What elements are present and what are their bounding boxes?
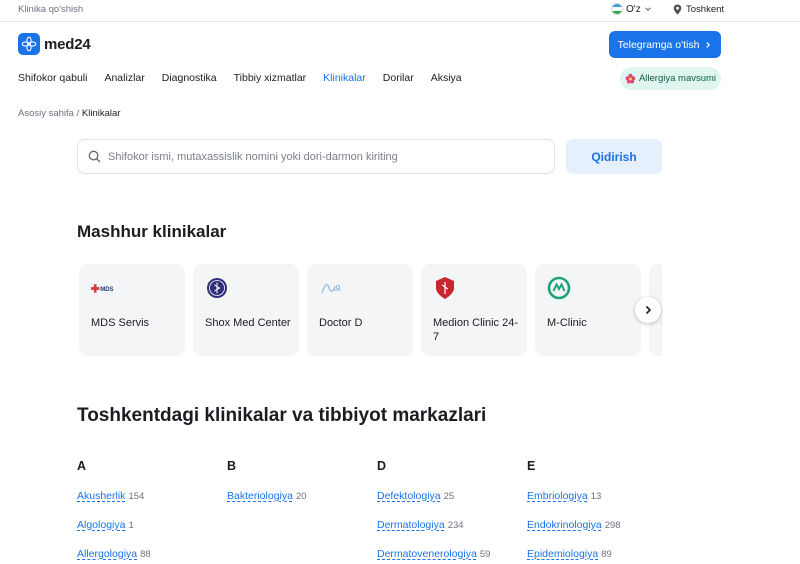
flower-logo-icon bbox=[18, 33, 40, 55]
search-input[interactable] bbox=[108, 150, 528, 163]
specialty-item: Dermatologiya 234 bbox=[377, 519, 522, 531]
telegram-button-label: Telegramga o'tish bbox=[617, 38, 700, 51]
specialty-link[interactable]: Epidemiologiya bbox=[527, 548, 598, 560]
topbar: Klinika qo'shish O'z Toshkent bbox=[0, 0, 800, 22]
specialty-count: 154 bbox=[128, 491, 145, 502]
flower-icon bbox=[625, 73, 636, 84]
specialty-item: Algologiya 1 bbox=[77, 519, 222, 531]
breadcrumb-home[interactable]: Asosiy sahifa bbox=[18, 108, 74, 119]
chevron-down-icon bbox=[644, 7, 651, 11]
nav-item-doctor-appointment[interactable]: Shifokor qabuli bbox=[18, 72, 87, 84]
specialty-item: Defektologiya 25 bbox=[377, 490, 522, 502]
specialty-count: 13 bbox=[590, 491, 602, 502]
specialty-item: Dermatovenerologiya 59 bbox=[377, 548, 522, 560]
breadcrumb: Asosiy sahifa / Klinikalar bbox=[18, 108, 120, 119]
chevron-right-icon bbox=[645, 305, 652, 315]
logo-text: med24 bbox=[44, 35, 91, 53]
specialty-count: 234 bbox=[447, 520, 464, 531]
column-letter: B bbox=[227, 459, 237, 473]
column-letter: A bbox=[77, 459, 87, 473]
partial-clinic-logo bbox=[661, 276, 662, 300]
specialty-item: Embriologiya 13 bbox=[527, 490, 672, 502]
nav-item-analyses[interactable]: Analizlar bbox=[104, 72, 144, 84]
carousel-next-button[interactable] bbox=[635, 297, 661, 323]
nav-item-diagnostics[interactable]: Diagnostika bbox=[162, 72, 217, 84]
clinic-name: M-Clinic bbox=[547, 317, 587, 329]
m-clinic-logo bbox=[547, 276, 571, 300]
breadcrumb-current: Klinikalar bbox=[81, 108, 121, 119]
chevron-right-icon bbox=[706, 41, 711, 48]
clinic-name: Medion Clinic 24-7 bbox=[433, 317, 518, 343]
specialty-count: 88 bbox=[140, 549, 151, 560]
specialty-column-b: B Bakteriologiya 20 bbox=[227, 459, 372, 519]
allergy-badge-label: Allergiya mavsumi bbox=[638, 73, 717, 84]
allergy-season-badge[interactable]: Allergiya mavsumi bbox=[620, 67, 721, 90]
shox-med-logo bbox=[205, 276, 229, 300]
clinic-name: Doctor D bbox=[319, 317, 363, 329]
clinic-name: D bbox=[661, 316, 662, 330]
specialty-link[interactable]: Endokrinologiya bbox=[527, 519, 602, 531]
specialty-item: Endokrinologiya 298 bbox=[527, 519, 672, 531]
clinic-card-m-clinic[interactable]: M-Clinic bbox=[535, 264, 641, 356]
main-nav: Shifokor qabuli Analizlar Diagnostika Ti… bbox=[18, 72, 479, 84]
specialty-link[interactable]: Embriologiya bbox=[527, 490, 588, 502]
specialty-item: Allergologiya 88 bbox=[77, 548, 222, 560]
language-selector[interactable]: O'z bbox=[611, 3, 652, 15]
specialty-count: 59 bbox=[479, 549, 491, 560]
specialty-count: 25 bbox=[443, 491, 455, 502]
specialty-link[interactable]: Dermatovenerologiya bbox=[377, 548, 477, 560]
specialty-count: 298 bbox=[604, 520, 621, 531]
specialty-link[interactable]: Algologiya bbox=[77, 519, 125, 531]
logo[interactable]: med24 bbox=[18, 33, 91, 55]
specialty-item: Bakteriologiya 20 bbox=[227, 490, 372, 502]
specialty-link[interactable]: Bakteriologiya bbox=[227, 490, 293, 502]
nav-item-medicines[interactable]: Dorilar bbox=[383, 72, 414, 84]
clinic-card-mds-servis[interactable]: MDS MDS Servis bbox=[79, 264, 185, 356]
specialty-column-e: E Embriologiya 13 Endokrinologiya 298 Epid… bbox=[527, 459, 672, 564]
specialty-count: 89 bbox=[601, 549, 612, 560]
column-letter: D bbox=[377, 459, 387, 473]
city-label: Toshkent bbox=[686, 4, 725, 15]
mds-servis-logo: MDS bbox=[91, 276, 115, 300]
specialty-column-a: A Akusherlik 154 Algologiya 1 Allergologiy… bbox=[77, 459, 222, 564]
search-icon bbox=[88, 150, 101, 163]
language-label: O'z bbox=[626, 3, 641, 15]
doctor-d-logo bbox=[319, 276, 343, 300]
nav-item-promotions[interactable]: Aksiya bbox=[431, 72, 462, 84]
specialty-column-d: D Defektologiya 25 Dermatologiya 234 Derma… bbox=[377, 459, 522, 564]
clinic-card-doctor-d[interactable]: Doctor D bbox=[307, 264, 413, 356]
specialty-item: Akusherlik 154 bbox=[77, 490, 222, 502]
nav-item-clinics[interactable]: Klinikalar bbox=[323, 72, 366, 84]
telegram-button[interactable]: Telegramga o'tish bbox=[609, 31, 721, 58]
popular-clinics-carousel: MDS MDS Servis Shox Med Center Doctor D … bbox=[77, 264, 662, 358]
specialty-link[interactable]: Defektologiya bbox=[377, 490, 441, 502]
specialty-count: 20 bbox=[295, 491, 307, 502]
search-box bbox=[77, 139, 555, 174]
uzbekistan-flag-icon bbox=[611, 3, 623, 15]
breadcrumb-separator: / bbox=[76, 108, 80, 119]
clinic-name: Shox Med Center bbox=[205, 317, 291, 329]
nav-item-medical-services[interactable]: Tibbiy xizmatlar bbox=[234, 72, 307, 84]
clinic-name: MDS Servis bbox=[91, 317, 150, 329]
specialty-link[interactable]: Dermatologiya bbox=[377, 519, 445, 531]
city-selector[interactable]: Toshkent bbox=[673, 4, 724, 15]
clinic-card-shox-med[interactable]: Shox Med Center bbox=[193, 264, 299, 356]
search-button[interactable]: Qidirish bbox=[566, 139, 662, 174]
specialty-count: 1 bbox=[128, 520, 134, 531]
specialty-item: Epidemiologiya 89 bbox=[527, 548, 672, 560]
add-clinic-link[interactable]: Klinika qo'shish bbox=[18, 4, 83, 15]
location-pin-icon bbox=[673, 4, 682, 15]
column-letter: E bbox=[527, 459, 536, 473]
specialty-link[interactable]: Allergologiya bbox=[77, 548, 137, 560]
city-clinics-title: Toshkentdagi klinikalar va tibbiyot mark… bbox=[77, 405, 487, 426]
mds-logo-text: MDS bbox=[100, 287, 113, 293]
clinic-card-medion[interactable]: Medion Clinic 24-7 bbox=[421, 264, 527, 356]
medion-logo bbox=[433, 276, 457, 300]
popular-clinics-title: Mashhur klinikalar bbox=[77, 222, 227, 241]
specialty-link[interactable]: Akusherlik bbox=[77, 490, 125, 502]
